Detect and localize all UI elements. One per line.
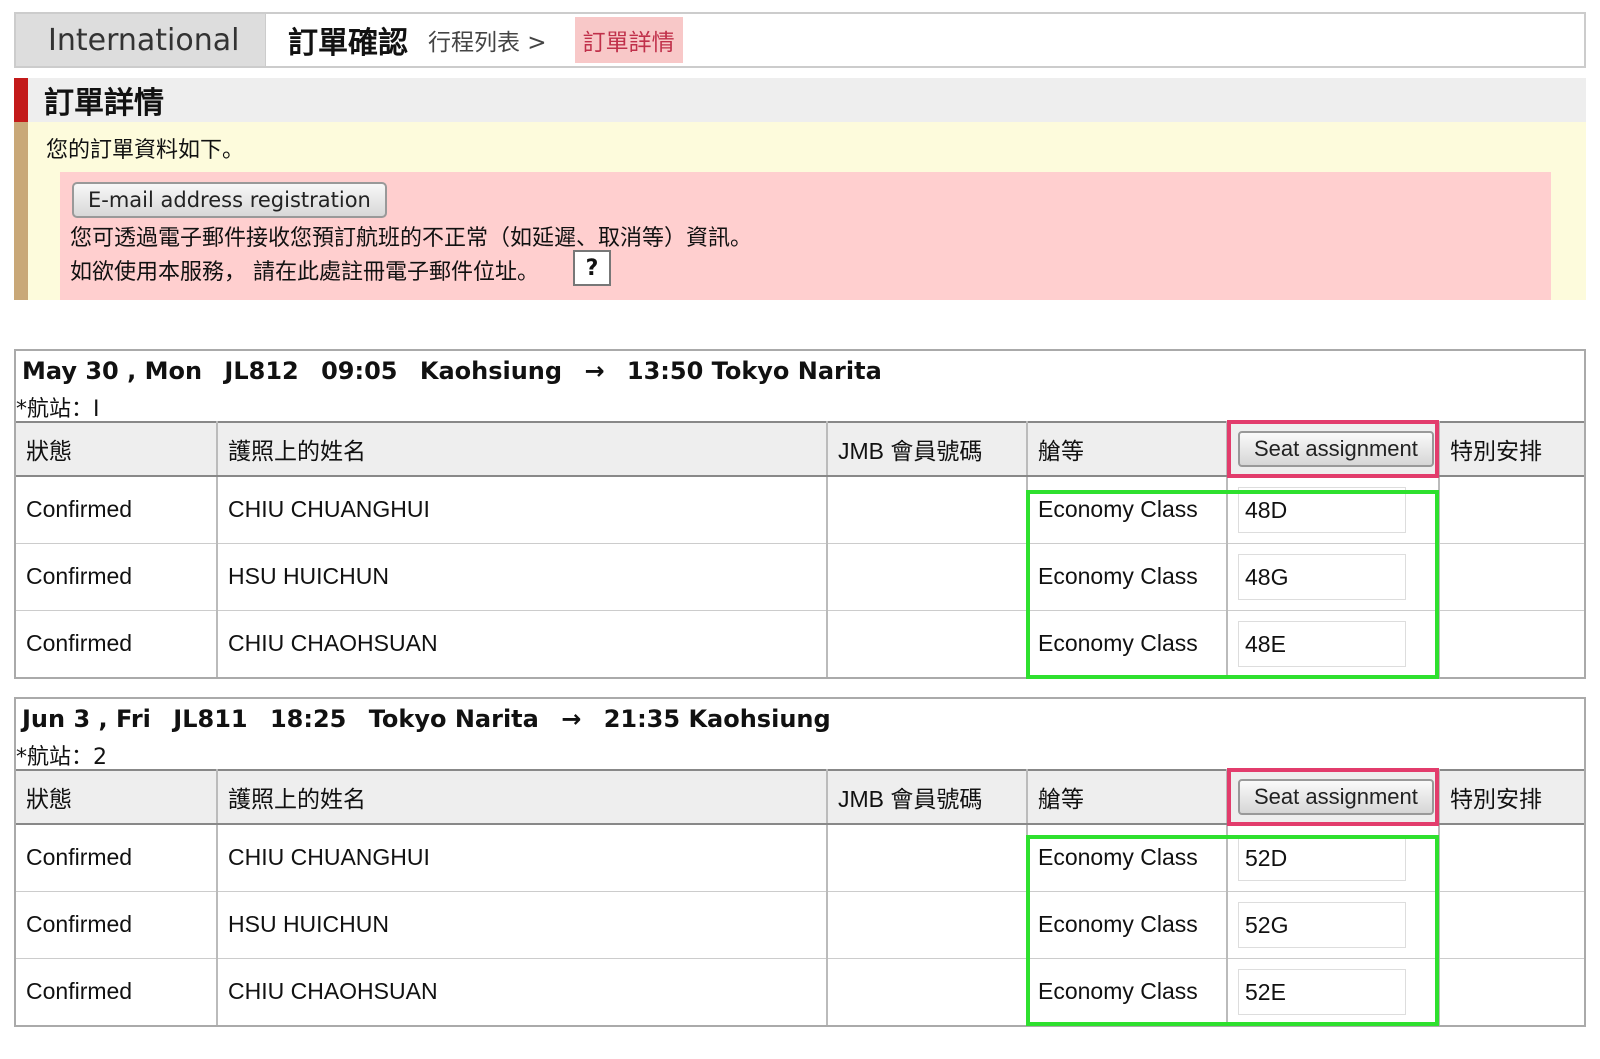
name-cell: HSU HUICHUN	[217, 891, 828, 959]
name-cell: CHIU CHUANGHUI	[217, 824, 828, 892]
departure-time: 09:05	[321, 357, 398, 385]
name-cell: HSU HUICHUN	[217, 543, 828, 611]
column-jmb: JMB 會員號碼	[827, 421, 1028, 477]
class-cell: Economy Class	[1027, 824, 1228, 892]
flight-block: Jun 3 , Fri JL811 18:25 Tokyo Narita → 2…	[14, 697, 1586, 1027]
seat-field[interactable]: 52G	[1238, 901, 1406, 948]
name-cell: CHIU CHAOHSUAN	[217, 958, 828, 1025]
column-jmb: JMB 會員號碼	[827, 769, 1028, 825]
flight-number: JL811	[173, 705, 248, 733]
seat-field[interactable]: 52E	[1238, 968, 1406, 1015]
jmb-cell	[827, 543, 1028, 611]
seat-assignment-button[interactable]: Seat assignment	[1238, 431, 1434, 467]
breadcrumb-current: 訂單詳情	[574, 17, 683, 63]
breadcrumb-bar: International 訂單確認 行程列表 > 訂單詳情	[14, 12, 1586, 68]
email-notice-line1: 您可透過電子郵件接收您預訂航班的不正常（如延遲、取消等）資訊。	[70, 226, 753, 251]
table-row: Confirmed CHIU CHUANGHUI Economy Class 4…	[16, 476, 1584, 544]
column-special: 特別安排	[1439, 421, 1584, 477]
seat-cell: 48G	[1227, 543, 1440, 611]
flight-route: May 30 , Mon JL812 09:05 Kaohsiung → 13:…	[22, 357, 896, 385]
intro-text: 您的訂單資料如下。	[46, 138, 245, 163]
class-cell: Economy Class	[1027, 891, 1228, 959]
table-row: Confirmed CHIU CHAOHSUAN Economy Class 4…	[16, 610, 1584, 677]
class-cell: Economy Class	[1027, 543, 1228, 611]
order-notice: 您的訂單資料如下。 E-mail address registration 您可…	[14, 122, 1586, 300]
table-row: Confirmed CHIU CHAOHSUAN Economy Class 5…	[16, 958, 1584, 1025]
status-cell: Confirmed	[16, 958, 218, 1025]
name-cell: CHIU CHAOHSUAN	[217, 610, 828, 677]
email-registration-button[interactable]: E-mail address registration	[72, 182, 387, 218]
page-title: 訂單確認	[288, 26, 408, 61]
terminal-info: *航站：I	[16, 397, 100, 422]
departure-time: 18:25	[269, 705, 347, 733]
class-cell: Economy Class	[1027, 958, 1228, 1025]
region-tab[interactable]: International	[16, 14, 266, 66]
flight-block: May 30 , Mon JL812 09:05 Kaohsiung → 13:…	[14, 349, 1586, 679]
arrow-icon: →	[584, 357, 605, 385]
passenger-table: 狀態 護照上的姓名 JMB 會員號碼 艙等 Seat assignment 特別…	[16, 420, 1584, 677]
status-cell: Confirmed	[16, 476, 218, 544]
column-status: 狀態	[16, 421, 218, 477]
class-cell: Economy Class	[1027, 610, 1228, 677]
name-cell: CHIU CHUANGHUI	[217, 476, 828, 544]
seat-field[interactable]: 52D	[1238, 834, 1406, 881]
column-name: 護照上的姓名	[217, 421, 828, 477]
seat-cell: 48D	[1227, 476, 1440, 544]
seat-field[interactable]: 48D	[1238, 486, 1406, 533]
email-notice-line2: 如欲使用本服務， 請在此處註冊電子郵件位址。	[70, 260, 539, 285]
column-status: 狀態	[16, 769, 218, 825]
status-cell: Confirmed	[16, 824, 218, 892]
flight-route: Jun 3 , Fri JL811 18:25 Tokyo Narita → 2…	[22, 705, 845, 733]
seat-assignment-button[interactable]: Seat assignment	[1238, 779, 1434, 815]
special-cell	[1439, 891, 1584, 959]
column-seat: Seat assignment	[1227, 768, 1440, 826]
help-button[interactable]: ?	[573, 250, 611, 286]
seat-cell: 52E	[1227, 958, 1440, 1025]
flight-header: Jun 3 , Fri JL811 18:25 Tokyo Narita → 2…	[16, 699, 1584, 770]
flight-number: JL812	[224, 357, 299, 385]
jmb-cell	[827, 610, 1028, 677]
terminal-info: *航站：2	[16, 745, 107, 770]
seat-cell: 48E	[1227, 610, 1440, 677]
column-class: 艙等	[1027, 421, 1228, 477]
seat-cell: 52D	[1227, 824, 1440, 892]
departure-city: Kaohsiung	[419, 357, 563, 385]
arrow-icon: →	[561, 705, 582, 733]
arrival: 21:35 Kaohsiung	[603, 705, 831, 733]
table-row: Confirmed CHIU CHUANGHUI Economy Class 5…	[16, 824, 1584, 892]
departure-city: Tokyo Narita	[368, 705, 539, 733]
column-name: 護照上的姓名	[217, 769, 828, 825]
class-cell: Economy Class	[1027, 476, 1228, 544]
status-cell: Confirmed	[16, 891, 218, 959]
status-cell: Confirmed	[16, 610, 218, 677]
flight-date: May 30 , Mon	[22, 357, 203, 385]
column-seat: Seat assignment	[1227, 420, 1440, 478]
jmb-cell	[827, 958, 1028, 1025]
table-header-row: 狀態 護照上的姓名 JMB 會員號碼 艙等 Seat assignment 特別…	[16, 420, 1584, 478]
table-header-row: 狀態 護照上的姓名 JMB 會員號碼 艙等 Seat assignment 特別…	[16, 768, 1584, 826]
table-row: Confirmed HSU HUICHUN Economy Class 52G	[16, 891, 1584, 959]
status-cell: Confirmed	[16, 543, 218, 611]
section-heading: 訂單詳情	[14, 78, 1586, 122]
jmb-cell	[827, 891, 1028, 959]
column-class: 艙等	[1027, 769, 1228, 825]
seat-cell: 52G	[1227, 891, 1440, 959]
jmb-cell	[827, 824, 1028, 892]
special-cell	[1439, 824, 1584, 892]
table-row: Confirmed HSU HUICHUN Economy Class 48G	[16, 543, 1584, 611]
passenger-table: 狀態 護照上的姓名 JMB 會員號碼 艙等 Seat assignment 特別…	[16, 768, 1584, 1025]
special-cell	[1439, 543, 1584, 611]
special-cell	[1439, 610, 1584, 677]
flight-date: Jun 3 , Fri	[22, 705, 151, 733]
special-cell	[1439, 958, 1584, 1025]
flight-header: May 30 , Mon JL812 09:05 Kaohsiung → 13:…	[16, 351, 1584, 422]
email-notice-box: E-mail address registration 您可透過電子郵件接收您預…	[60, 172, 1551, 300]
seat-field[interactable]: 48E	[1238, 620, 1406, 667]
special-cell	[1439, 476, 1584, 544]
column-special: 特別安排	[1439, 769, 1584, 825]
arrival: 13:50 Tokyo Narita	[626, 357, 882, 385]
jmb-cell	[827, 476, 1028, 544]
breadcrumb-itinerary-link[interactable]: 行程列表 >	[428, 23, 547, 57]
seat-field[interactable]: 48G	[1238, 553, 1406, 600]
